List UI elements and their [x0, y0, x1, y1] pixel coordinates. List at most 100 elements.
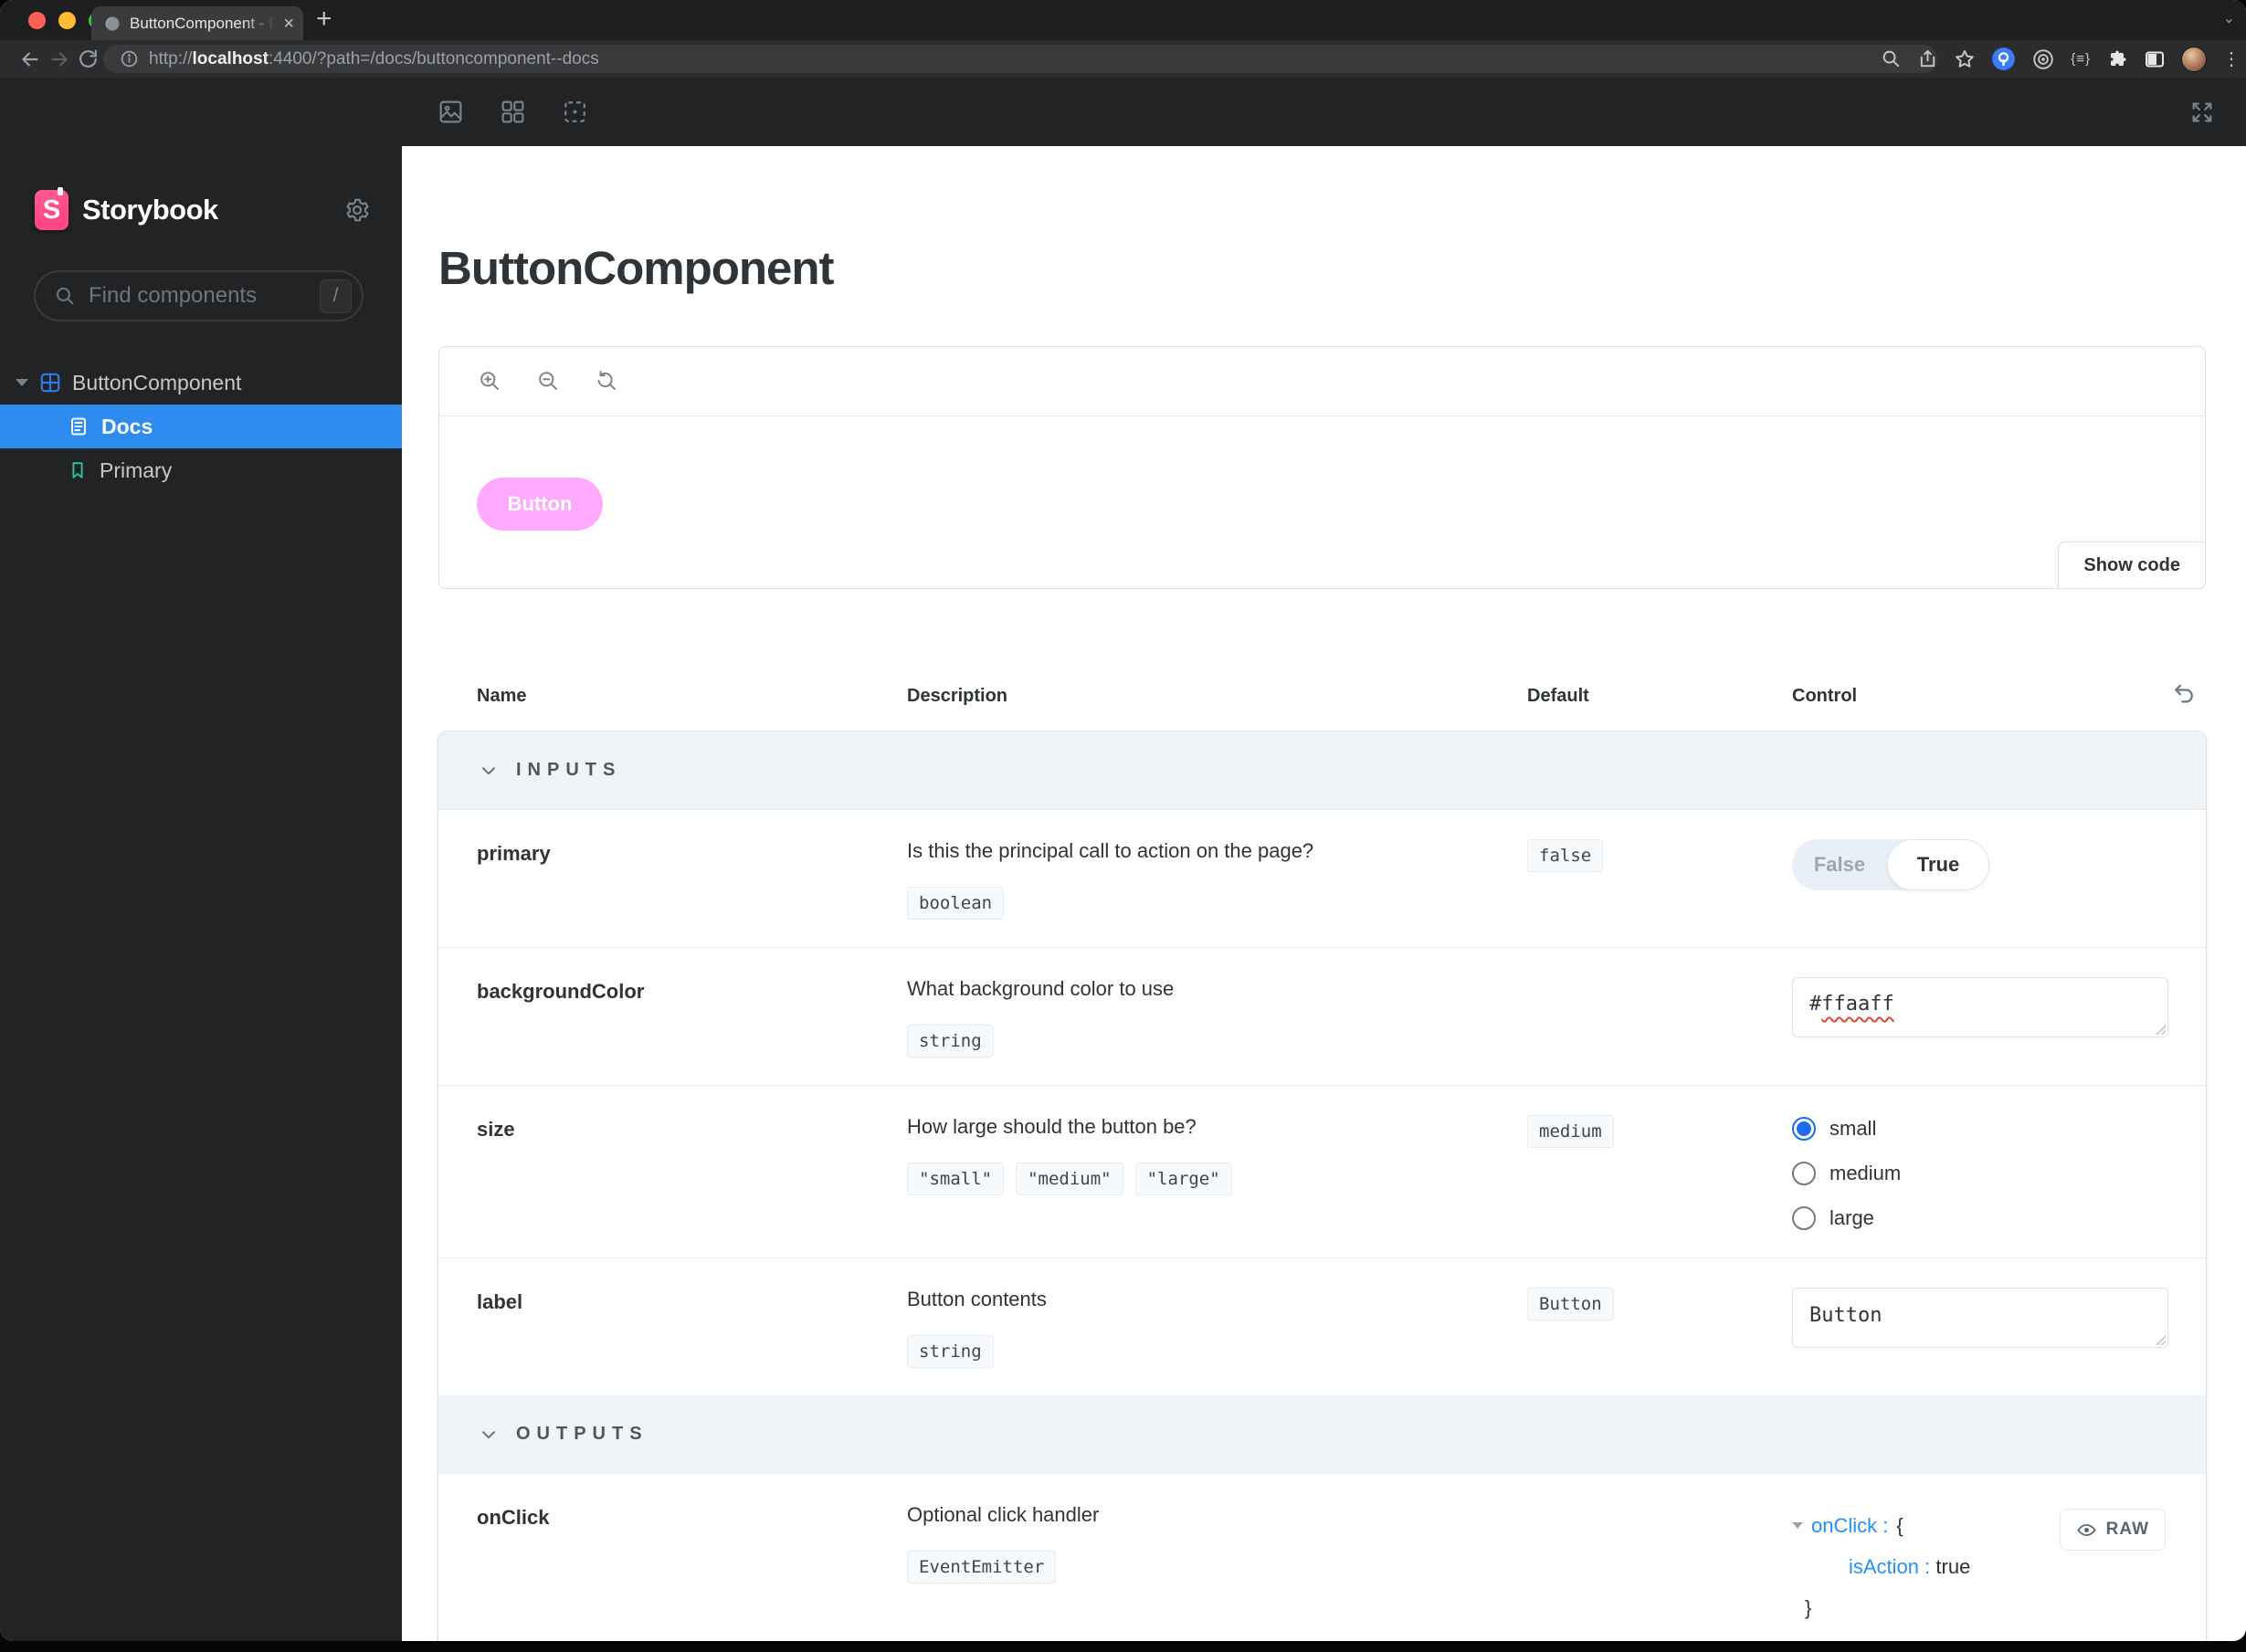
raw-label: RAW	[2105, 1520, 2149, 1539]
reload-icon[interactable]	[77, 47, 100, 71]
site-info-icon[interactable]	[120, 49, 139, 68]
radio-icon[interactable]	[1792, 1206, 1816, 1230]
tree-child-value: true	[1935, 1555, 1971, 1579]
arg-control-cell: #ffaaff	[1792, 977, 2184, 1057]
tree-key[interactable]: onClick :	[1811, 1505, 1888, 1546]
background-image-icon[interactable]	[438, 99, 464, 125]
label-input[interactable]: Button	[1792, 1288, 2168, 1348]
arg-default-cell	[1527, 977, 1792, 1057]
section-inputs[interactable]: INPUTS	[438, 731, 2206, 809]
gear-icon[interactable]	[343, 196, 371, 224]
tree-caret-icon[interactable]	[1792, 1522, 1803, 1530]
tree-child-key[interactable]: isAction :	[1849, 1555, 1930, 1578]
type-chip: string	[907, 1025, 994, 1057]
tree-open-brace: {	[1896, 1514, 1903, 1537]
browser-tab[interactable]: ButtonComponent - Docs · Sto ×	[91, 6, 303, 40]
color-hash: #	[1809, 993, 1822, 1015]
sidebar-item-docs[interactable]: Docs	[0, 405, 402, 448]
color-value: ffaaff	[1821, 993, 1894, 1015]
zoom-in-icon[interactable]	[478, 369, 502, 394]
arg-description-cell: Optional click handler EventEmitter	[907, 1503, 1527, 1628]
brand-name: Storybook	[82, 194, 218, 226]
radio-option-small[interactable]: small	[1792, 1117, 2184, 1141]
radio-icon[interactable]	[1792, 1162, 1816, 1185]
browser-window: ButtonComponent - Docs · Sto × + ⌄ http:…	[0, 0, 2246, 1641]
arg-name: primary	[477, 842, 551, 865]
arg-description-cell: How large should the button be? "small" …	[907, 1115, 1527, 1230]
type-chip: EventEmitter	[907, 1551, 1057, 1584]
browser-menu-icon[interactable]: ⋮	[2222, 47, 2241, 70]
share-icon[interactable]	[1917, 48, 1938, 69]
arg-name: backgroundColor	[477, 980, 645, 1003]
url-host: localhost	[192, 48, 269, 68]
toggle-false[interactable]: False	[1792, 839, 1887, 890]
type-chip: boolean	[907, 887, 1005, 920]
profile-avatar[interactable]	[2181, 46, 2207, 72]
fullscreen-icon[interactable]	[2189, 100, 2215, 125]
arg-control-cell: Button	[1792, 1288, 2184, 1368]
minimize-window-button[interactable]	[58, 12, 76, 29]
close-window-button[interactable]	[28, 12, 46, 29]
arg-name: label	[477, 1290, 523, 1313]
color-input-wrap: #ffaaff	[1792, 977, 2168, 1037]
preview-toolbar	[439, 347, 2205, 416]
section-outputs[interactable]: OUTPUTS	[438, 1395, 2206, 1473]
show-code-button[interactable]: Show code	[2058, 542, 2206, 589]
section-inputs-label: INPUTS	[516, 760, 622, 780]
tab-search-chevron-icon[interactable]: ⌄	[2223, 9, 2235, 27]
password-manager-extension-icon[interactable]	[1991, 47, 2016, 71]
sidebar-item-buttoncomponent[interactable]: ButtonComponent	[0, 361, 402, 405]
raw-toggle-button[interactable]: RAW	[2059, 1509, 2166, 1551]
radio-label: small	[1829, 1117, 1877, 1140]
column-control: Control	[1792, 686, 1858, 706]
story-area: Button	[439, 416, 2205, 531]
toggle-true[interactable]: True	[1887, 839, 1989, 890]
sidebar-item-primary[interactable]: Primary	[0, 448, 402, 492]
size-radio-group: small medium large	[1792, 1115, 2184, 1230]
tab-title: ButtonComponent - Docs · Sto	[130, 14, 276, 33]
forward-icon[interactable]	[47, 47, 71, 71]
back-icon[interactable]	[18, 47, 42, 71]
radio-selected-icon[interactable]	[1792, 1117, 1816, 1141]
arg-default-cell: false	[1527, 839, 1792, 920]
zoom-reset-icon[interactable]	[595, 369, 619, 394]
url-bar[interactable]: http://localhost:4400/?path=/docs/button…	[103, 45, 1937, 73]
story-button[interactable]: Button	[477, 478, 603, 531]
extensions-puzzle-icon[interactable]	[2106, 48, 2128, 70]
bookmark-star-icon[interactable]	[1954, 48, 1976, 70]
radio-option-medium[interactable]: medium	[1792, 1162, 2184, 1185]
tab-strip: ButtonComponent - Docs · Sto × + ⌄	[0, 0, 2246, 40]
component-tree: ButtonComponent Docs Primary	[0, 361, 402, 492]
search-box[interactable]: /	[34, 270, 364, 321]
default-chip: medium	[1527, 1115, 1614, 1148]
arg-default-cell	[1527, 1503, 1792, 1628]
close-tab-icon[interactable]: ×	[283, 15, 294, 33]
browser-toolbar: http://localhost:4400/?path=/docs/button…	[0, 40, 2246, 78]
side-panel-icon[interactable]	[2144, 48, 2166, 70]
braces-extension-icon[interactable]: {≡}	[2071, 51, 2091, 67]
zoom-out-icon[interactable]	[536, 369, 561, 394]
arg-control-cell: small medium large	[1792, 1115, 2184, 1230]
boolean-toggle[interactable]: False True	[1792, 839, 1989, 890]
tab-favicon	[103, 15, 121, 33]
args-table: INPUTS primary Is this the principal cal…	[438, 731, 2206, 1641]
arg-control-cell: onClick : { isAction : true } RAW	[1792, 1503, 2184, 1628]
grid-toggle-icon[interactable]	[500, 99, 526, 125]
arg-name: onClick	[477, 1506, 550, 1529]
arg-control-cell: False True	[1792, 839, 2184, 920]
search-input[interactable]	[89, 283, 308, 309]
zoom-page-icon[interactable]	[1881, 48, 1902, 69]
chevron-down-icon	[482, 766, 495, 774]
arg-description-cell: Button contents string	[907, 1288, 1527, 1368]
arg-description: How large should the button be?	[907, 1115, 1197, 1138]
backgroundcolor-input[interactable]: #ffaaff	[1792, 977, 2168, 1037]
radio-option-large[interactable]: large	[1792, 1206, 2184, 1230]
table-row-primary: primary Is this the principal call to ac…	[438, 809, 2206, 947]
target-extension-icon[interactable]	[2031, 47, 2055, 71]
new-tab-button[interactable]: +	[316, 4, 332, 35]
component-label: ButtonComponent	[72, 370, 242, 395]
expander-caret-icon[interactable]	[16, 379, 28, 386]
reset-controls-icon[interactable]	[2171, 680, 2197, 706]
type-chip: "medium"	[1016, 1163, 1123, 1195]
measure-outline-icon[interactable]	[562, 99, 588, 125]
